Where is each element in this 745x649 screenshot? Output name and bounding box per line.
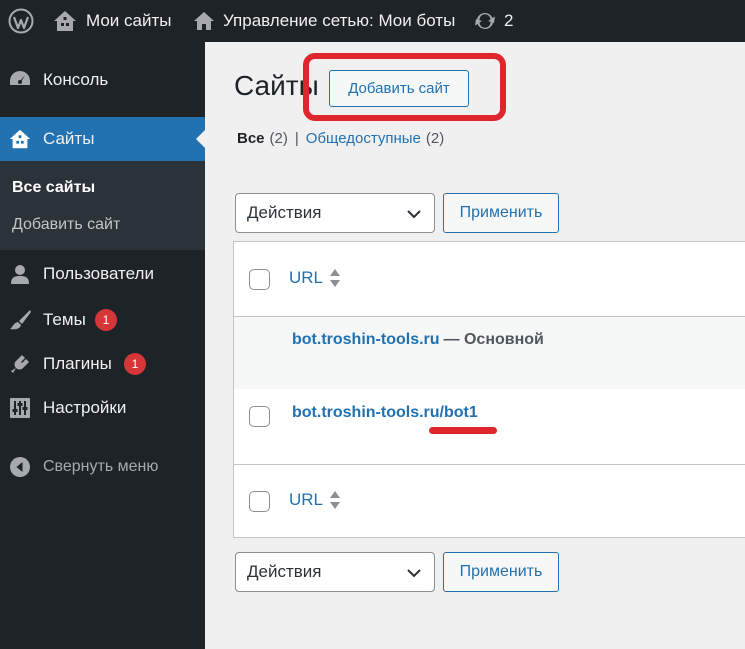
- bulk-actions-select-top[interactable]: Действия: [235, 193, 435, 233]
- apply-button-top[interactable]: Применить: [443, 193, 559, 233]
- sites-table: URL bot.troshin-tools.ru — Основной bot.t…: [233, 241, 745, 538]
- bulk-actions-value: Действия: [247, 203, 322, 222]
- user-icon: [8, 262, 32, 286]
- sites-submenu: Все сайты Добавить сайт: [0, 161, 205, 250]
- sidebar-item-label: Консоль: [43, 70, 109, 89]
- updates-menu[interactable]: 2: [474, 0, 513, 42]
- sidebar-item-label: Плагины: [43, 354, 112, 373]
- site-url-link[interactable]: bot.troshin-tools.ru — Основной: [292, 331, 544, 349]
- site-url[interactable]: bot.troshin-tools.ru: [292, 331, 440, 348]
- network-admin-menu[interactable]: Управление сетью: Мои боты: [193, 0, 455, 42]
- chevron-down-icon: [407, 210, 421, 219]
- apply-button-bottom[interactable]: Применить: [443, 552, 559, 592]
- select-all-checkbox[interactable]: [249, 269, 270, 290]
- settings-sliders-icon: [8, 396, 32, 420]
- wordpress-logo-icon[interactable]: [8, 0, 34, 42]
- sidebar-item-sites[interactable]: Сайты: [0, 117, 205, 161]
- table-row: bot.troshin-tools.ru/bot1: [234, 389, 745, 465]
- submenu-add-site[interactable]: Добавить сайт: [12, 216, 120, 234]
- table-header-row: URL: [234, 242, 745, 317]
- themes-update-badge: 1: [95, 309, 117, 331]
- filter-separator: |: [294, 130, 299, 147]
- dashboard-icon: [8, 68, 32, 92]
- collapse-arrow-icon: [8, 455, 32, 479]
- sidebar-item-themes[interactable]: Темы 1: [0, 302, 205, 338]
- filter-all-count: (2): [269, 130, 288, 147]
- annotation-underline: [429, 427, 497, 434]
- url-column-header[interactable]: URL: [289, 268, 341, 288]
- row-checkbox[interactable]: [249, 406, 270, 427]
- sidebar-item-label: Темы: [43, 310, 86, 329]
- sort-icon: [330, 269, 341, 287]
- updates-icon: [475, 12, 495, 30]
- select-all-checkbox-footer[interactable]: [249, 491, 270, 512]
- my-sites-menu[interactable]: Мои сайты: [52, 0, 171, 42]
- url-column-label: URL: [289, 268, 324, 287]
- updates-count: 2: [504, 11, 514, 30]
- site-url-link[interactable]: bot.troshin-tools.ru/bot1: [292, 404, 478, 422]
- main-site-label: — Основной: [443, 331, 544, 348]
- filter-public[interactable]: Общедоступные: [306, 130, 421, 147]
- sidebar-item-plugins[interactable]: Плагины 1: [0, 346, 205, 382]
- plugin-icon: [8, 352, 32, 376]
- sidebar-item-settings[interactable]: Настройки: [0, 390, 205, 426]
- sidebar-item-label: Настройки: [43, 398, 127, 417]
- network-admin-label: Управление сетью: Мои боты: [223, 11, 456, 30]
- table-footer-row: URL: [234, 465, 745, 538]
- status-filters: Все (2) | Общедоступные (2): [237, 130, 444, 147]
- filter-all[interactable]: Все: [237, 130, 265, 147]
- url-column-label: URL: [289, 490, 324, 509]
- table-row: bot.troshin-tools.ru — Основной: [234, 317, 745, 389]
- plugins-update-badge: 1: [124, 353, 146, 375]
- paintbrush-icon: [8, 308, 32, 332]
- page-title: Сайты: [234, 70, 319, 101]
- admin-bar: Мои сайты Управление сетью: Мои боты 2: [0, 0, 745, 42]
- sidebar-item-console[interactable]: Консоль: [0, 62, 205, 98]
- sidebar-item-label: Сайты: [43, 129, 95, 148]
- add-site-button[interactable]: Добавить сайт: [329, 70, 469, 107]
- home-icon: [194, 12, 214, 30]
- bulk-actions-select-bottom[interactable]: Действия: [235, 552, 435, 592]
- collapse-menu-button[interactable]: Свернуть меню: [0, 449, 205, 485]
- network-sites-icon: [54, 11, 76, 31]
- url-column-footer[interactable]: URL: [289, 490, 341, 510]
- sidebar-item-users[interactable]: Пользователи: [0, 256, 205, 292]
- admin-sidebar: Консоль Сайты Все сайты Добавить сайт По…: [0, 42, 205, 649]
- sidebar-item-label: Пользователи: [43, 264, 154, 283]
- my-sites-label: Мои сайты: [86, 11, 172, 30]
- filter-public-count: (2): [425, 130, 445, 147]
- network-sites-icon: [8, 127, 32, 151]
- chevron-down-icon: [407, 569, 421, 578]
- bulk-actions-value: Действия: [247, 562, 322, 581]
- sort-icon: [330, 491, 341, 509]
- submenu-all-sites[interactable]: Все сайты: [12, 179, 95, 197]
- collapse-menu-label: Свернуть меню: [43, 458, 159, 475]
